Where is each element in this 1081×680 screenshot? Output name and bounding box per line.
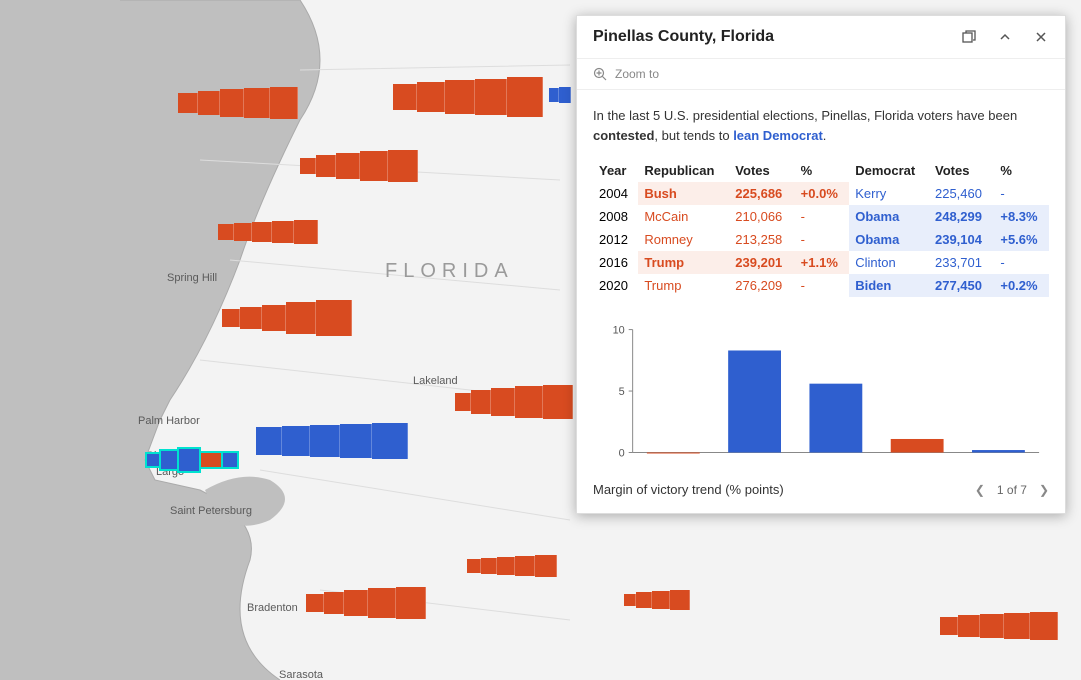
col-dem-votes: Votes xyxy=(929,159,994,182)
map-bar-cluster[interactable] xyxy=(222,300,352,336)
chart-bar[interactable] xyxy=(809,384,862,453)
table-row: 2004Bush225,686+0.0%Kerry225,460- xyxy=(593,182,1049,205)
pager-next-icon[interactable]: ❯ xyxy=(1039,483,1049,497)
chart-bar[interactable] xyxy=(891,439,944,453)
table-row: 2016Trump239,201+1.1%Clinton233,701- xyxy=(593,251,1049,274)
chart-bar[interactable] xyxy=(647,453,700,454)
zoom-to-button[interactable]: Zoom to xyxy=(577,59,1065,90)
map-bar-cluster[interactable] xyxy=(393,77,543,117)
map-bar-cluster[interactable] xyxy=(256,423,408,459)
table-row: 2020Trump276,209-Biden277,450+0.2% xyxy=(593,274,1049,297)
pager-prev-icon[interactable]: ❮ xyxy=(975,483,985,497)
col-dem-pct: % xyxy=(994,159,1049,182)
col-rep-pct: % xyxy=(795,159,850,182)
popup-header: Pinellas County, Florida xyxy=(577,16,1065,59)
close-icon[interactable] xyxy=(1033,29,1049,45)
table-row: 2012Romney213,258-Obama239,104+5.6% xyxy=(593,228,1049,251)
zoom-to-label: Zoom to xyxy=(615,67,659,81)
map-bar-cluster[interactable] xyxy=(467,555,557,577)
popup-pager: ❮ 1 of 7 ❯ xyxy=(975,483,1049,497)
map-bar-cluster[interactable] xyxy=(306,587,426,619)
feature-popup: Pinellas County, Florida Zoom to In the … xyxy=(576,15,1066,514)
table-row: 2008McCain210,066-Obama248,299+8.3% xyxy=(593,205,1049,228)
popup-title: Pinellas County, Florida xyxy=(593,28,961,46)
map-bar-cluster[interactable] xyxy=(940,612,1058,640)
col-rep-votes: Votes xyxy=(729,159,794,182)
map-bar-cluster[interactable] xyxy=(624,590,690,610)
col-rep: Republican xyxy=(638,159,729,182)
results-table: Year Republican Votes % Democrat Votes %… xyxy=(593,159,1049,297)
pager-position: 1 of 7 xyxy=(997,483,1027,497)
map-bar-cluster[interactable] xyxy=(455,385,573,419)
zoom-icon xyxy=(593,67,607,81)
map-viewport[interactable]: FLORIDA Spring Hill Palm Harbor Clearwat… xyxy=(0,0,1081,680)
svg-text:0: 0 xyxy=(619,447,625,459)
map-bar-cluster[interactable] xyxy=(300,150,418,182)
svg-text:5: 5 xyxy=(619,386,625,398)
dock-icon[interactable] xyxy=(961,29,977,45)
popup-summary: In the last 5 U.S. presidential election… xyxy=(593,106,1049,145)
svg-text:10: 10 xyxy=(613,325,625,337)
chart-title: Margin of victory trend (% points) xyxy=(593,482,784,497)
chart-bar[interactable] xyxy=(728,350,781,452)
map-bar-cluster[interactable] xyxy=(549,87,571,103)
col-dem: Democrat xyxy=(849,159,929,182)
map-bar-cluster[interactable] xyxy=(178,87,298,119)
results-header-row: Year Republican Votes % Democrat Votes % xyxy=(593,159,1049,182)
collapse-icon[interactable] xyxy=(997,29,1013,45)
chart-bar[interactable] xyxy=(972,450,1025,452)
map-bar-cluster-selected[interactable] xyxy=(146,448,238,472)
map-bar-cluster[interactable] xyxy=(218,220,318,244)
margin-chart: 0510 Margin of victory trend (% points) … xyxy=(593,321,1049,497)
col-year: Year xyxy=(593,159,638,182)
